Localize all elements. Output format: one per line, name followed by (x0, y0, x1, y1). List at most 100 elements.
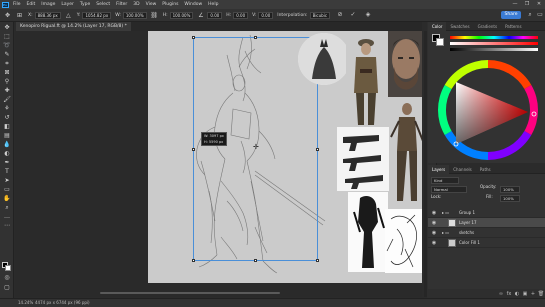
transform-handle[interactable] (254, 36, 257, 39)
frame-tool-icon[interactable]: ⊠ (3, 69, 11, 77)
h-skew-field[interactable]: 0.00 (233, 11, 249, 19)
menu-type[interactable]: Type (77, 2, 93, 7)
opacity-field[interactable]: 100% (500, 186, 520, 193)
height-field[interactable]: 100.00% (169, 11, 194, 19)
artboard-tool-icon[interactable]: ⬚ (3, 33, 11, 41)
width-field[interactable]: 100.00% (122, 11, 147, 19)
layer-style-icon[interactable]: fx (505, 291, 513, 297)
tab-gradients[interactable]: Gradients (474, 22, 502, 31)
angle-field[interactable]: 0.00 (207, 11, 223, 19)
interpolation-select[interactable]: Bicubic (309, 11, 331, 19)
background-color-chip[interactable] (436, 38, 444, 46)
crop-tool-icon[interactable]: ⌗ (3, 60, 11, 68)
menu-edit[interactable]: Edit (24, 2, 39, 7)
adjustment-layer-icon[interactable]: ◐ (513, 291, 521, 297)
transform-handle[interactable] (316, 259, 319, 262)
move-tool-icon[interactable]: ✥ (3, 11, 12, 20)
color-wheel[interactable] (436, 58, 540, 162)
tab-channels[interactable]: Channels (449, 165, 476, 174)
path-select-tool-icon[interactable]: ➤ (3, 177, 11, 185)
menu-plugins[interactable]: Plugins (159, 2, 181, 7)
layer-row-sketchs[interactable]: ◉ ▸ ▭ sketchs (428, 228, 545, 238)
reference-soldier[interactable] (346, 33, 386, 129)
pivot-point-icon[interactable]: ✛ (253, 144, 259, 151)
visibility-eye-icon[interactable]: ◉ (431, 240, 437, 246)
hue-slider[interactable] (446, 36, 542, 39)
zoom-tool-icon[interactable]: ⌕ (3, 204, 11, 212)
reference-warrior-woman[interactable] (387, 97, 422, 207)
clone-stamp-tool-icon[interactable]: ⚘ (3, 105, 11, 113)
menu-window[interactable]: Window (181, 2, 205, 7)
layer-row-color-fill-1[interactable]: ◉ Color Fill 1 (428, 238, 545, 248)
saturation-slider[interactable] (446, 42, 542, 45)
pen-tool-icon[interactable]: ✒ (3, 159, 11, 167)
tab-paths[interactable]: Paths (476, 165, 495, 174)
menu-select[interactable]: Select (93, 2, 113, 7)
layer-row-layer-17[interactable]: ◉ Layer 17 (428, 218, 545, 228)
reference-bearded-man[interactable] (388, 31, 422, 99)
link-layers-icon[interactable]: ∞ (497, 291, 505, 297)
transform-handle[interactable] (316, 148, 319, 151)
menu-file[interactable]: File (10, 2, 24, 7)
close-window-button[interactable]: ✕ (533, 0, 545, 9)
zoom-level[interactable]: 14.24% (18, 299, 33, 307)
reference-moon-creature[interactable] (298, 33, 350, 85)
hand-tool-icon[interactable]: ✋ (3, 195, 11, 203)
tab-swatches[interactable]: Swatches (446, 22, 473, 31)
minimize-button[interactable]: — (509, 0, 521, 9)
maximize-button[interactable]: ❐ (521, 0, 533, 9)
visibility-eye-icon[interactable]: ◉ (431, 220, 437, 226)
gradient-tool-icon[interactable]: ▤ (3, 132, 11, 140)
reference-pistols[interactable] (337, 127, 389, 191)
type-tool-icon[interactable]: T (3, 168, 11, 176)
history-brush-tool-icon[interactable]: ↺ (3, 114, 11, 122)
new-group-icon[interactable]: ▣ (521, 291, 529, 297)
quick-select-tool-icon[interactable]: ✎ (3, 51, 11, 59)
screen-mode-icon[interactable]: ▢ (3, 284, 11, 292)
move-tool-icon[interactable]: ✥ (3, 24, 11, 32)
visibility-eye-icon[interactable]: ◉ (431, 210, 437, 216)
photoshop-logo-icon[interactable]: Ps (0, 0, 10, 9)
menu-filter[interactable]: Filter (113, 2, 130, 7)
visibility-eye-icon[interactable]: ◉ (431, 230, 437, 236)
document-info[interactable]: 4474 px x 6744 px (96 ppi) (35, 299, 90, 307)
share-button[interactable]: Share (501, 11, 521, 19)
menu-layer[interactable]: Layer (58, 2, 77, 7)
more-tools-icon[interactable]: … (3, 213, 11, 221)
cancel-transform-icon[interactable]: ⊘ (336, 11, 344, 19)
v-skew-field[interactable]: 0.00 (258, 11, 274, 19)
lasso-tool-icon[interactable]: ➰ (3, 42, 11, 50)
transform-handle[interactable] (192, 148, 195, 151)
menu-3d[interactable]: 3D (130, 2, 142, 7)
reference-armor-ink[interactable] (348, 192, 388, 272)
reference-line-figure[interactable] (385, 209, 422, 273)
quick-mask-icon[interactable]: ◎ (3, 274, 11, 282)
brightness-slider[interactable] (446, 48, 542, 51)
tab-color[interactable]: Color (428, 21, 447, 31)
horizontal-scrollbar[interactable] (100, 292, 280, 294)
search-icon[interactable]: ⌕ (526, 11, 534, 19)
delta-icon[interactable]: △ (64, 11, 73, 20)
commit-transform-icon[interactable]: ✓ (349, 11, 357, 19)
menu-image[interactable]: Image (38, 2, 58, 7)
shape-tool-icon[interactable]: ▭ (3, 186, 11, 194)
transform-handle[interactable] (192, 259, 195, 262)
menu-help[interactable]: Help (205, 2, 221, 7)
3d-mode-icon[interactable]: ◈ (364, 11, 372, 19)
edit-toolbar-icon[interactable]: ⋯ (3, 222, 11, 230)
new-layer-icon[interactable]: + (529, 291, 537, 297)
transform-handle[interactable] (192, 36, 195, 39)
layer-kind-filter[interactable]: Kind (431, 177, 459, 184)
reference-point-icon[interactable]: ⊞ (15, 11, 24, 20)
dodge-tool-icon[interactable]: ◐ (3, 150, 11, 158)
transform-handle[interactable] (254, 259, 257, 262)
document-tab[interactable]: Kenopiro Rigual.ft @ 14.2% (Layer 17, RG… (16, 22, 131, 31)
delete-layer-icon[interactable]: 🗑 (537, 291, 545, 297)
brush-tool-icon[interactable]: 🖌 (3, 96, 11, 104)
fill-field[interactable]: 100% (500, 195, 520, 202)
background-color-swatch[interactable] (5, 265, 11, 271)
eraser-tool-icon[interactable]: ◧ (3, 123, 11, 131)
blur-tool-icon[interactable]: 💧 (3, 141, 11, 149)
link-icon[interactable]: ⛓ (150, 11, 159, 20)
x-field[interactable]: 888.36 px (34, 11, 61, 19)
